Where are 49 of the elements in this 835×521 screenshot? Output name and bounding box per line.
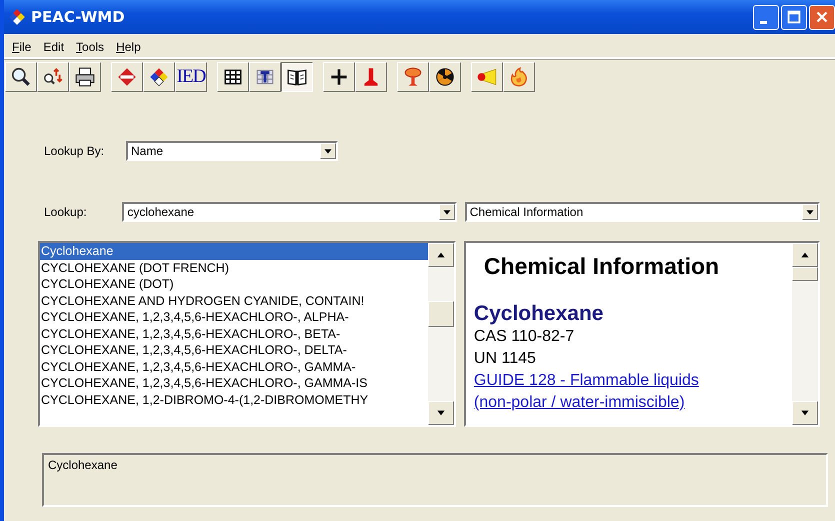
result-item[interactable]: CYCLOHEXANE, 1,2-DIBROMO-4-(1,2-DIBROMOMETHY <box>40 392 428 408</box>
radiation-icon <box>434 66 456 88</box>
result-item[interactable]: CYCLOHEXANE, 1,2,3,4,5,6-HEXACHLORO-, ALPHA- <box>40 309 428 326</box>
details-text: Cyclohexane <box>48 458 118 472</box>
result-item[interactable]: CYCLOHEXANE, 1,2,3,4,5,6-HEXACHLORO-, GAMMA- <box>40 358 428 375</box>
result-item[interactable]: CYCLOHEXANE, 1,2,3,4,5,6-HEXACHLORO-, GAMMA-IS <box>40 375 428 392</box>
close-button[interactable] <box>809 4 835 30</box>
menu-item[interactable]: File <box>6 40 38 54</box>
result-item[interactable]: CYCLOHEXANE (DOT FRENCH) <box>40 260 428 276</box>
printer-icon <box>74 66 96 88</box>
megaphone-icon <box>476 66 498 88</box>
lookup-by-dropdown[interactable]: Name <box>126 141 338 161</box>
hazard-diamond-icon <box>148 66 170 88</box>
diamond-icon <box>116 66 138 88</box>
ied-button[interactable]: IED <box>175 62 207 92</box>
info-line: UN 1145 <box>474 349 537 369</box>
window-title: PEAC-WMD <box>31 8 125 26</box>
chemical-name: Cyclohexane <box>474 302 604 326</box>
scrollbar-thumb[interactable] <box>428 301 454 327</box>
info-heading: Chemical Information <box>484 253 720 280</box>
lookup-by-label: Lookup By: <box>43 144 106 158</box>
toolbar-button[interactable] <box>281 62 313 92</box>
menu-item[interactable]: Edit <box>37 40 70 54</box>
menu-item[interactable]: Tools <box>70 40 110 54</box>
search-icon <box>10 66 32 88</box>
app-logo-icon <box>8 8 26 26</box>
result-item[interactable]: Cyclohexane <box>40 243 428 260</box>
scroll-down-button[interactable] <box>428 401 454 425</box>
guide-link[interactable]: GUIDE 128 - Flammable liquids <box>474 370 792 392</box>
scroll-up-button[interactable] <box>792 243 818 267</box>
flame-icon <box>508 66 530 88</box>
minimize-icon <box>760 20 766 24</box>
scrollbar-thumb[interactable] <box>792 267 818 281</box>
mushroom-cloud-icon <box>402 66 424 88</box>
menu-item[interactable]: Help <box>110 40 147 54</box>
info-line: CAS 110-82-7 <box>474 327 576 347</box>
maximize-icon <box>785 8 803 26</box>
guide-link[interactable]: (non-polar / water-immiscible) <box>474 392 792 414</box>
minimize-button[interactable] <box>753 4 779 30</box>
lookup-field[interactable]: cyclohexane <box>122 202 457 222</box>
result-item[interactable]: CYCLOHEXANE (DOT) <box>40 276 428 292</box>
scroll-up-button[interactable] <box>428 243 454 267</box>
scroll-down-button[interactable] <box>792 401 818 425</box>
result-item[interactable]: CYCLOHEXANE AND HYDROGEN CYANIDE, CONTAIN! <box>40 292 428 309</box>
maximize-button[interactable] <box>781 4 807 30</box>
lookup-label: Lookup: <box>43 205 88 219</box>
result-item[interactable]: CYCLOHEXANE, 1,2,3,4,5,6-HEXACHLORO-, BETA- <box>40 326 428 342</box>
result-item[interactable]: CYCLOHEXANE, 1,2,3,4,5,6-HEXACHLORO-, DELTA- <box>40 342 428 358</box>
view-dropdown[interactable]: Chemical Information <box>464 202 820 222</box>
